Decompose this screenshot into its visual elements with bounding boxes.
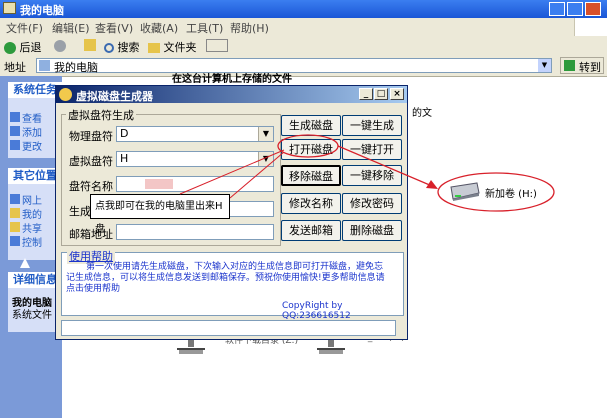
window-title: 我的电脑 [20,4,64,17]
help-line-3: 点击使用帮助 [66,284,121,294]
dialog-close-button[interactable]: × [390,88,404,100]
send-email-button[interactable]: 发送邮箱 [281,220,341,241]
details-title[interactable]: 详细信息 [8,272,62,288]
virtual-drive-label: 虚拟盘符 [69,155,113,168]
dialog-title: 虚拟磁盘生成器 [76,90,153,103]
email-input[interactable] [116,224,274,240]
one-click-remove-button[interactable]: 一键移除 [342,165,402,186]
task-view[interactable]: 查看 [22,110,42,125]
disk-name-input[interactable] [116,176,274,192]
change-icon [10,140,20,150]
menu-edit[interactable]: 编辑(E) [52,20,90,36]
close-button[interactable] [585,2,601,16]
folders-button[interactable]: 文件夹 [148,39,197,55]
callout-box: 点我即可在我的电脑里出来H盘 [90,194,230,235]
search-icon [104,43,114,53]
virtual-drive-dropdown-icon[interactable]: ▼ [258,152,273,166]
task-pane: 系统任务 查看 添加 更改 其它位置 网上 我的 共享 控制 详细信息 我的电脑… [0,76,62,418]
place-control-panel[interactable]: 控制 [22,234,42,249]
other-places-panel: 其它位置 网上 我的 共享 控制 [8,168,62,260]
search-button[interactable]: 搜索 [104,39,140,55]
up-folder-icon[interactable] [84,39,96,51]
physical-drive-select[interactable]: D ▼ [116,126,274,142]
address-bar: 地址 我的电脑 ▼ 转到 [0,56,607,77]
add-icon [10,126,20,136]
change-password-button[interactable]: 修改密码 [342,193,402,214]
help-line-1: 第一次使用请先生成磁盘，下次输入对应的生成信息即可打开磁盘，避免忘 [86,262,384,272]
forward-button[interactable] [54,39,66,52]
go-arrow-icon [564,60,575,71]
menu-favorites[interactable]: 收藏(A) [140,20,178,36]
mouse-cursor-icon [20,258,30,268]
menu-view[interactable]: 查看(V) [95,20,133,36]
place-network[interactable]: 网上 [22,192,42,207]
virtual-drive-select[interactable]: H ▼ [116,151,274,167]
drive-h-icon[interactable] [447,181,481,201]
windows-flag-icon [574,18,607,36]
address-label: 地址 [4,61,26,74]
views-button[interactable] [206,39,228,52]
disk-name-label: 盘符名称 [69,180,113,193]
copyright-text: CopyRight by QQ:236616512 [282,301,351,321]
disk-gen-group-label: 虚拟盘符生成 [66,107,136,123]
remove-disk-button[interactable]: 移除磁盘 [281,165,341,186]
drive-h-label[interactable]: 新加卷 (H:) [485,185,537,200]
back-button[interactable]: 后退 [4,39,42,55]
place-shared[interactable]: 共享 [22,220,42,235]
address-computer-icon [39,60,50,71]
address-dropdown-icon[interactable]: ▼ [538,59,551,72]
details-sub: 系统文件 [12,310,52,321]
system-tasks-panel: 系统任务 查看 添加 更改 [8,82,62,158]
status-field [61,320,396,336]
folder-icon [148,43,160,53]
control-panel-icon [10,236,20,246]
dialog-title-bar[interactable]: 虚拟磁盘生成器 _ □ × [56,86,407,103]
app-icon [59,88,72,101]
forward-arrow-icon [54,40,66,52]
toolbar: 后退 搜索 文件夹 [0,36,607,57]
address-input[interactable]: 我的电脑 ▼ [36,58,552,74]
details-panel: 详细信息 我的电脑 系统文件 [8,272,62,332]
redacted-name [145,179,173,189]
heading-fragment: 的文 [412,108,432,119]
one-click-open-button[interactable]: 一键打开 [342,139,402,160]
my-computer-icon [3,2,16,14]
rename-button[interactable]: 修改名称 [281,193,341,214]
my-documents-icon [10,208,20,218]
drive-arrow-head [426,180,438,189]
task-add[interactable]: 添加 [22,124,42,139]
files-heading: 在这台计算机上存储的文件 [172,74,292,85]
dialog-maximize-button[interactable]: □ [374,88,388,100]
network-icon [10,194,20,204]
email-label: 邮箱地址 [69,228,113,241]
minimize-button[interactable] [549,2,565,16]
physical-drive-label: 物理盘符 [69,130,113,143]
one-click-generate-button[interactable]: 一键生成 [342,115,402,136]
view-icon [10,112,20,122]
go-button[interactable]: 转到 [560,57,604,74]
open-disk-button[interactable]: 打开磁盘 [281,139,341,160]
physical-drive-dropdown-icon[interactable]: ▼ [258,127,273,141]
system-tasks-title[interactable]: 系统任务 [8,82,62,98]
menu-file[interactable]: 文件(F) [6,20,43,36]
menu-bar: 文件(F) 编辑(E) 查看(V) 收藏(A) 工具(T) 帮助(H) [0,18,607,37]
dialog-minimize-button[interactable]: _ [359,88,373,100]
task-change[interactable]: 更改 [22,138,42,153]
help-line-2: 记生成信息，可以将生成信息发送到邮箱保存。预祝你使用愉快!更多帮助信息请 [66,273,385,283]
place-my-docs[interactable]: 我的 [22,206,42,221]
back-arrow-icon [4,42,16,54]
shared-icon [10,222,20,232]
menu-help[interactable]: 帮助(H) [230,20,269,36]
generate-disk-button[interactable]: 生成磁盘 [281,115,341,136]
other-places-title[interactable]: 其它位置 [8,168,62,184]
explorer-title-bar: 我的电脑 [0,0,607,18]
generate-info-label: 生成 [69,205,91,218]
menu-tools[interactable]: 工具(T) [186,20,223,36]
maximize-button[interactable] [567,2,583,16]
delete-disk-button[interactable]: 删除磁盘 [342,220,402,241]
